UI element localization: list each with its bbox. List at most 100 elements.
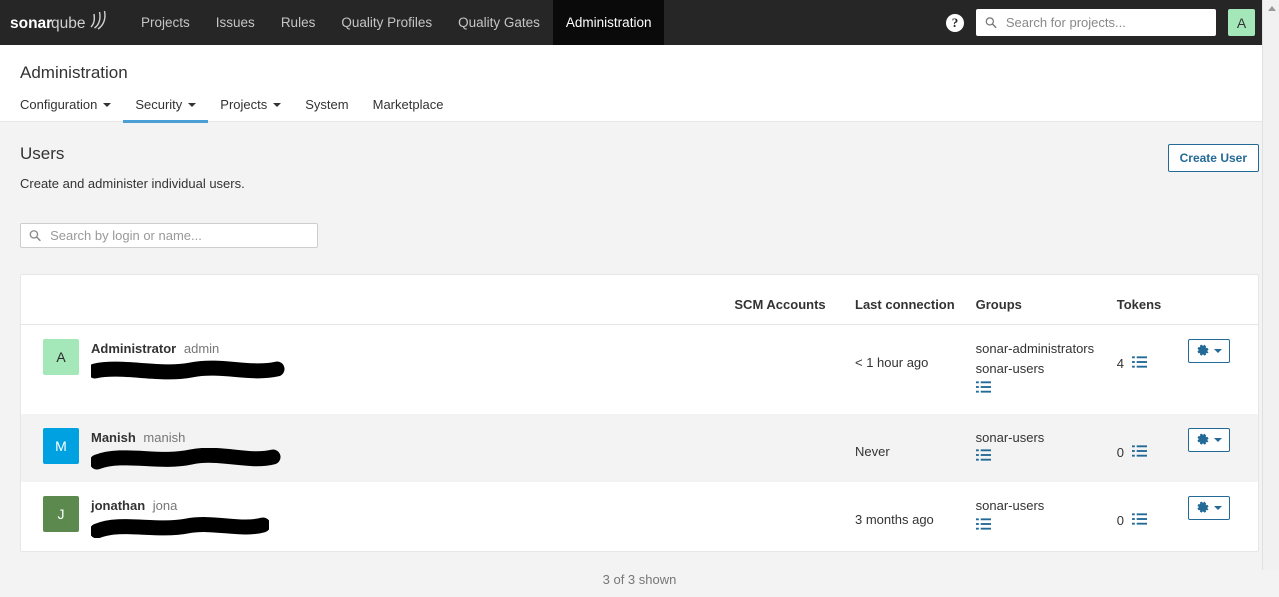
nav-link-quality-profiles[interactable]: Quality Profiles [328, 0, 445, 45]
group-name: sonar-users [975, 498, 1045, 514]
users-table: SCM Accounts Last connection Groups Toke… [21, 275, 1258, 551]
groups-cell: sonar-users [967, 413, 1109, 483]
nav-link-administration[interactable]: Administration [552, 0, 665, 45]
col-header-actions [1180, 275, 1258, 325]
users-heading: Users [20, 144, 65, 163]
row-actions-button[interactable] [1188, 339, 1231, 363]
results-count: 3 of 3 shown [602, 571, 677, 587]
users-section-header: Users Create and administer individual u… [20, 122, 1259, 191]
groups-cell: sonar-users [968, 482, 1109, 551]
actions-cell [1180, 325, 1258, 414]
last-connection-value: < 1 hour ago [855, 355, 929, 370]
tokens-cell: 0 [1109, 482, 1181, 551]
table-header-row: SCM Accounts Last connection Groups Toke… [21, 275, 1258, 325]
groups-cell: sonar-administrators sonar-users [968, 325, 1109, 414]
avatar-letter: J [57, 506, 65, 523]
user-cell: A Administrator admin [21, 325, 726, 414]
main-content: Users Create and administer individual u… [0, 122, 1279, 597]
gear-icon [1197, 344, 1209, 356]
nav-link-issues[interactable]: Issues [203, 0, 268, 45]
help-icon[interactable]: ? [946, 13, 964, 32]
subnav-label-security: Security [135, 97, 183, 112]
user-search-box[interactable] [20, 223, 318, 248]
sonarqube-logo[interactable]: sonar qube [10, 8, 110, 38]
subnav-item-system[interactable]: System [293, 93, 360, 123]
subnav-item-marketplace[interactable]: Marketplace [361, 93, 456, 123]
page-scrollbar[interactable] [1262, 0, 1279, 570]
user-login: manish [143, 429, 186, 445]
tokens-cell: 4 [1109, 325, 1181, 414]
last-connection-cell: 3 months ago [847, 482, 968, 551]
user-avatar[interactable]: A [1228, 9, 1255, 36]
subnav-label-configuration: Configuration [20, 97, 98, 112]
users-table-body: A Administrator admin < 1 hour ago sonar… [21, 325, 1258, 551]
group-name: sonar-administrators [975, 341, 1095, 356]
avatar-letter: M [55, 437, 67, 454]
nav-link-quality-gates[interactable]: Quality Gates [445, 0, 553, 45]
users-table-head: SCM Accounts Last connection Groups Toke… [21, 275, 1258, 325]
navbar-right-cluster: ? A [946, 0, 1255, 45]
global-navbar: sonar qube Projects Issues Rules Quality… [0, 0, 1279, 45]
col-header-groups: Groups [967, 275, 1109, 325]
last-connection-value: 3 months ago [855, 512, 934, 528]
chevron-down-icon [188, 102, 197, 107]
primary-nav: Projects Issues Rules Quality Profiles Q… [128, 0, 665, 45]
chevron-down-icon [1214, 437, 1223, 442]
user-login: jona [152, 498, 178, 514]
row-actions-button[interactable] [1188, 427, 1231, 452]
redaction-mark [91, 517, 269, 539]
chevron-down-icon [1214, 506, 1223, 511]
table-row: J jonathan jona 3 months ago sonar-users… [21, 482, 1258, 551]
search-icon [29, 230, 41, 242]
page-header: Administration Configuration Security Pr… [0, 45, 1279, 123]
last-connection-cell: Never [847, 413, 968, 483]
avatar: J [43, 496, 79, 533]
page-title: Administration [20, 63, 128, 82]
tokens-list-icon[interactable] [1131, 512, 1147, 529]
user-name: Manish [91, 429, 136, 445]
gear-icon [1197, 501, 1209, 513]
global-search-input[interactable] [1003, 14, 1207, 31]
user-name: Administrator [91, 341, 177, 356]
nav-link-rules[interactable]: Rules [268, 0, 329, 45]
scm-accounts-cell [726, 325, 847, 414]
chevron-down-icon [1214, 349, 1223, 353]
subnav-item-security[interactable]: Security [123, 93, 209, 123]
svg-text:sonar: sonar [10, 15, 52, 32]
groups-list-icon[interactable] [975, 517, 991, 537]
user-search-input[interactable] [48, 227, 309, 244]
user-login: admin [183, 341, 220, 356]
gear-icon [1197, 433, 1209, 445]
create-user-button[interactable]: Create User [1167, 144, 1259, 172]
groups-list-icon[interactable] [975, 448, 991, 468]
scroll-up-arrow-button[interactable] [1263, 0, 1279, 17]
last-connection-cell: < 1 hour ago [847, 325, 968, 414]
tokens-list-icon[interactable] [1131, 355, 1147, 372]
subnav-label-system: System [305, 97, 349, 112]
col-header-tokens: Tokens [1108, 275, 1181, 325]
nav-link-projects[interactable]: Projects [128, 0, 203, 45]
tokens-list-icon[interactable] [1131, 444, 1147, 461]
tokens-cell: 0 [1108, 413, 1181, 483]
actions-cell [1180, 482, 1258, 551]
subnav-item-projects[interactable]: Projects [208, 93, 293, 123]
chevron-down-icon [273, 102, 282, 107]
tokens-count: 0 [1116, 444, 1124, 460]
row-actions-button[interactable] [1188, 496, 1231, 521]
chevron-down-icon [103, 102, 112, 107]
last-connection-value: Never [855, 443, 890, 459]
admin-subnav: Configuration Security Projects System M… [20, 93, 1279, 123]
tokens-count: 0 [1116, 513, 1124, 529]
users-description: Create and administer individual users. [20, 176, 245, 191]
chevron-up-icon [1267, 6, 1276, 11]
subnav-item-configuration[interactable]: Configuration [20, 93, 123, 123]
group-name: sonar-users [975, 361, 1045, 376]
scm-accounts-cell [726, 413, 848, 483]
avatar: A [43, 339, 79, 375]
group-name: sonar-users [975, 429, 1045, 445]
table-row: M Manish manish Never sonar-users 0 [21, 413, 1258, 483]
col-header-scm: SCM Accounts [726, 275, 848, 325]
groups-list-icon[interactable] [975, 380, 991, 400]
col-header-user [21, 275, 727, 325]
global-search-box[interactable] [976, 9, 1216, 36]
